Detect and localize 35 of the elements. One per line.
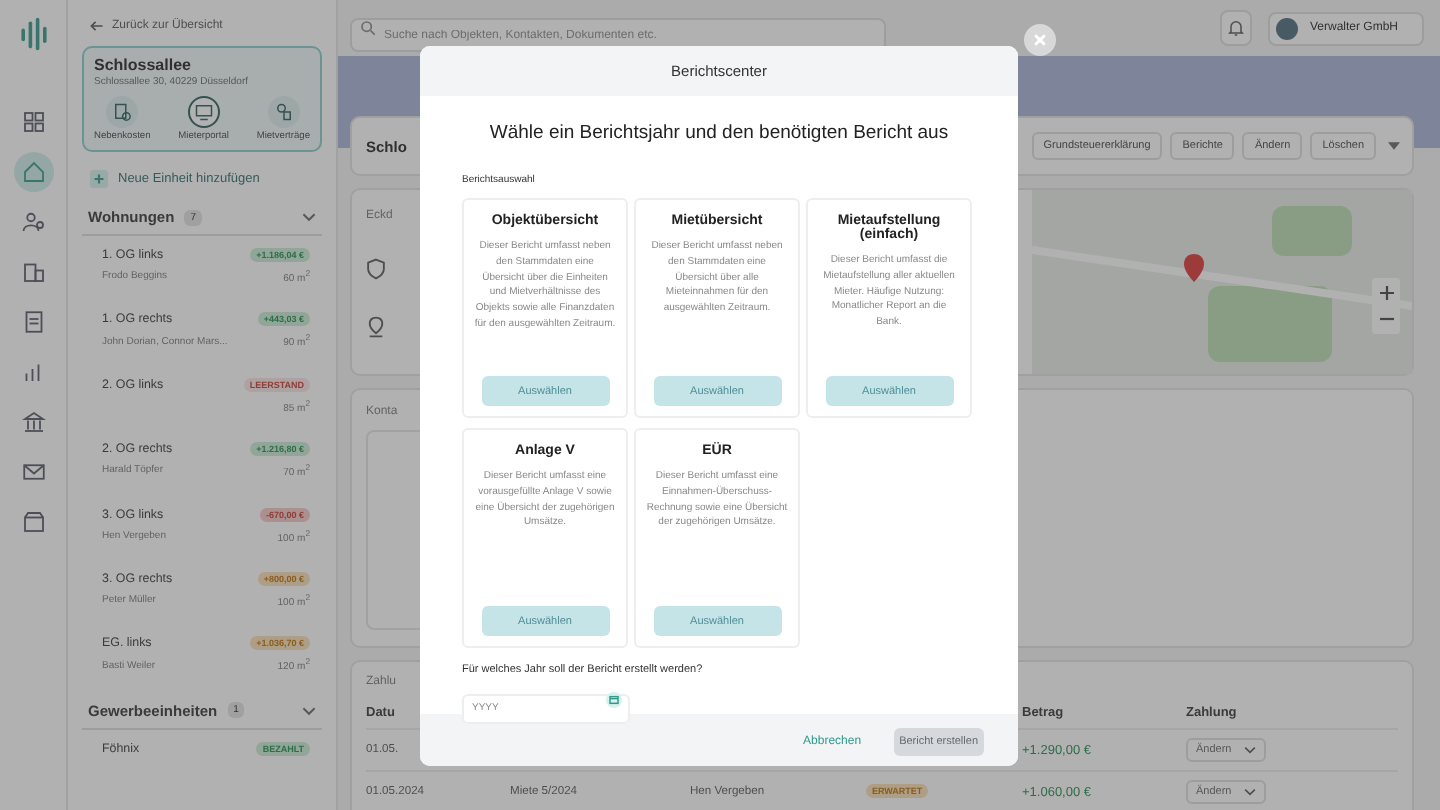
tool-button[interactable] (267, 96, 300, 128)
nav-item[interactable] (13, 152, 53, 192)
box-icon[interactable] (21, 510, 45, 534)
bank-icon[interactable] (21, 410, 45, 434)
back-arrow-icon[interactable] (90, 20, 104, 32)
bar-chart-icon[interactable] (21, 360, 45, 384)
map-zoom-control[interactable] (1372, 278, 1400, 334)
tool-button[interactable] (187, 96, 220, 128)
people-icon[interactable] (21, 210, 45, 234)
tool-button[interactable] (106, 96, 139, 128)
shield-icon (366, 258, 386, 280)
search-icon (360, 20, 376, 36)
close-icon[interactable] (1024, 24, 1056, 56)
document-icon[interactable] (21, 310, 45, 334)
home-icon[interactable] (21, 160, 45, 184)
caret-icon[interactable] (1388, 142, 1400, 150)
calendar-icon[interactable] (606, 691, 622, 707)
zoom-out-icon[interactable] (1379, 312, 1393, 326)
location-pin-icon (366, 316, 386, 338)
chevron-icon[interactable] (302, 212, 316, 222)
grid-icon[interactable] (21, 110, 45, 134)
plus-icon[interactable] (90, 170, 108, 188)
building-icon[interactable] (21, 260, 45, 284)
clipboard-icon[interactable] (112, 102, 133, 122)
logo-icon (15, 16, 51, 52)
property-name: Schlossallee (94, 56, 193, 74)
zoom-in-icon[interactable] (1379, 286, 1393, 300)
avatar (1275, 17, 1298, 39)
chevron-icon[interactable] (1244, 746, 1256, 754)
monitor-icon[interactable] (193, 102, 214, 122)
notification-bell-icon[interactable] (1219, 10, 1252, 46)
mail-icon[interactable] (21, 460, 45, 484)
dialog-heading: Wähle ein Berichtsjahr und den benötigten Bericht aus (487, 122, 951, 144)
chevron-icon[interactable] (302, 705, 316, 716)
chevron-icon[interactable] (1244, 788, 1256, 796)
